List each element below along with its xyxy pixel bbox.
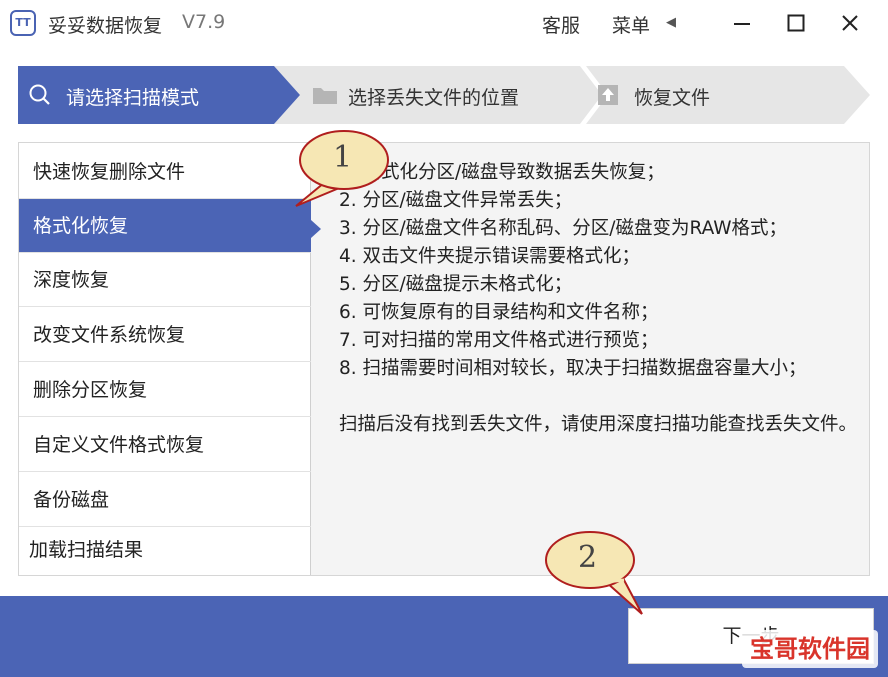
description-line: 4. 双击文件夹提示错误需要格式化； [339, 246, 641, 267]
menu-button[interactable]: 菜单 [612, 11, 650, 38]
maximize-icon [787, 14, 805, 32]
mode-label: 备份磁盘 [33, 489, 110, 511]
callout-bubble-graphic [545, 531, 643, 615]
watermark: 宝哥软件园 [742, 630, 878, 668]
annotation-number: 1 [333, 140, 353, 175]
mode-deleted-partition-recover[interactable]: 删除分区恢复 [19, 363, 311, 417]
description-line: 7. 可对扫描的常用文件格式进行预览； [339, 330, 659, 351]
minimize-icon [734, 23, 750, 25]
customer-service-link[interactable]: 客服 [542, 11, 580, 38]
mode-backup-disk[interactable]: 备份磁盘 [19, 473, 311, 527]
description-line: 3. 分区/磁盘文件名称乱码、分区/磁盘变为RAW格式； [339, 218, 788, 239]
mode-custom-format-recover[interactable]: 自定义文件格式恢复 [19, 418, 311, 472]
step-1-label: 请选择扫描模式 [66, 87, 200, 109]
description-line: 6. 可恢复原有的目录结构和文件名称； [339, 302, 659, 323]
mode-label: 改变文件系统恢复 [33, 324, 186, 346]
step-3-label: 恢复文件 [634, 87, 711, 109]
maximize-button[interactable] [776, 6, 816, 40]
mode-label: 加载扫描结果 [29, 539, 144, 561]
upload-icon [598, 85, 618, 105]
step-2-label: 选择丢失文件的位置 [348, 87, 520, 109]
selected-pointer-arrow [311, 220, 321, 238]
mode-label: 快速恢复删除文件 [33, 161, 186, 183]
mode-deep-recover[interactable]: 深度恢复 [19, 253, 311, 307]
step-3-shape [586, 66, 870, 124]
description-note: 扫描后没有找到丢失文件，请使用深度扫描功能查找丢失文件。 [339, 414, 858, 435]
scan-mode-list: 快速恢复删除文件 格式化恢复 深度恢复 改变文件系统恢复 删除分区恢复 自定义文… [19, 143, 311, 575]
step-breadcrumb: 请选择扫描模式 选择丢失文件的位置 恢复文件 [18, 66, 870, 124]
description-line: 5. 分区/磁盘提示未格式化； [339, 274, 573, 295]
close-icon [842, 15, 858, 31]
description-line: 1. 格式化分区/磁盘导致数据丢失恢复； [339, 162, 665, 183]
mode-label: 深度恢复 [33, 269, 110, 291]
annotation-bubble-1: 1 [290, 126, 400, 216]
app-title: 妥妥数据恢复 [48, 15, 163, 37]
app-logo-icon: TT [10, 10, 36, 36]
description-line: 2. 分区/磁盘文件异常丢失； [339, 190, 573, 211]
close-button[interactable] [830, 6, 870, 40]
mode-label: 自定义文件格式恢复 [33, 434, 205, 456]
folder-icon [313, 88, 337, 104]
menu-arrow-icon: ◀ [666, 15, 676, 30]
mode-filesystem-change-recover[interactable]: 改变文件系统恢复 [19, 308, 311, 362]
app-version: V7.9 [182, 11, 226, 33]
mode-load-scan-result[interactable]: 加载扫描结果 [19, 528, 311, 574]
description-line: 8. 扫描需要时间相对较长，取决于扫描数据盘容量大小； [339, 358, 807, 379]
mode-quick-recover-deleted[interactable]: 快速恢复删除文件 [19, 145, 311, 199]
annotation-number: 2 [578, 540, 598, 575]
main-panel: 快速恢复删除文件 格式化恢复 深度恢复 改变文件系统恢复 删除分区恢复 自定义文… [18, 142, 870, 576]
annotation-bubble-2: 2 [540, 528, 658, 622]
mode-format-recover[interactable]: 格式化恢复 [19, 199, 311, 253]
title-bar: TT 妥妥数据恢复 V7.9 客服 菜单 ◀ [0, 0, 888, 46]
mode-label: 格式化恢复 [33, 215, 129, 237]
minimize-button[interactable] [722, 6, 762, 40]
mode-label: 删除分区恢复 [33, 379, 148, 401]
mode-description: 1. 格式化分区/磁盘导致数据丢失恢复； 2. 分区/磁盘文件异常丢失； 3. … [339, 159, 859, 439]
search-icon [29, 84, 50, 105]
